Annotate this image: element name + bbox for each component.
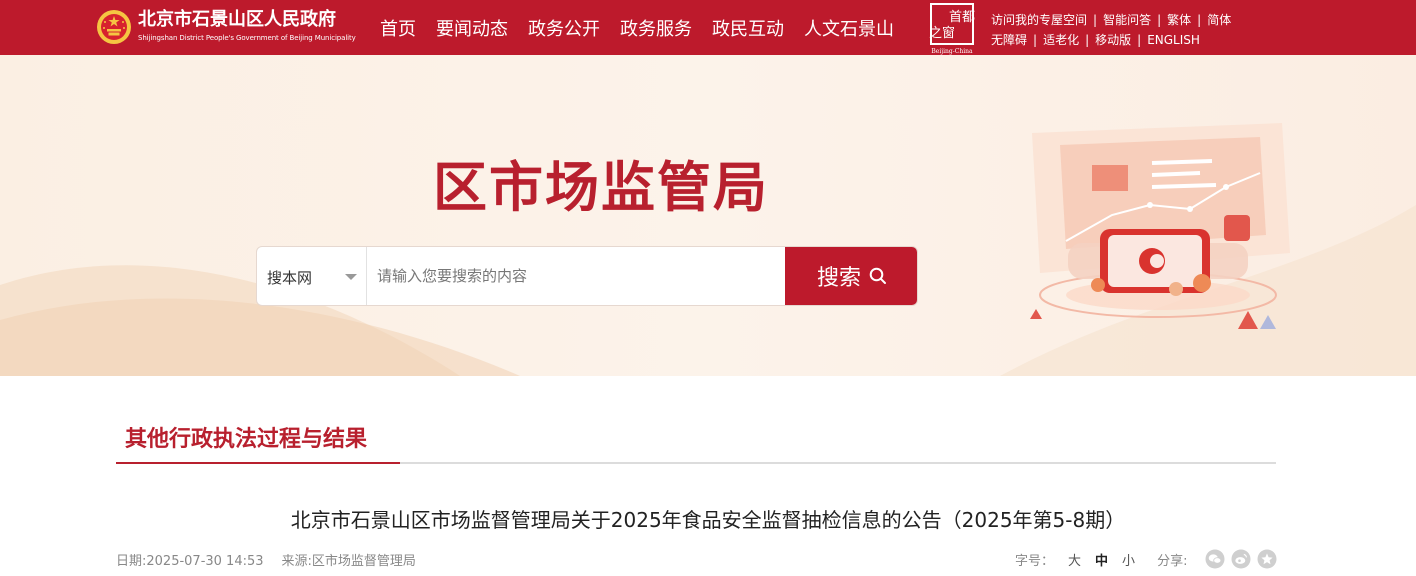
- separator: |: [1137, 33, 1142, 47]
- util-link-elderly-mode[interactable]: 适老化: [1043, 30, 1079, 50]
- article-meta: 日期:2025-07-30 14:53 来源:区市场监督管理局: [116, 550, 416, 569]
- util-link-traditional[interactable]: 繁体: [1167, 10, 1191, 30]
- nav-item-home[interactable]: 首页: [380, 15, 416, 41]
- section-underline: [116, 462, 400, 464]
- article-title: 北京市石景山区市场监督管理局关于2025年食品安全监督抽检信息的公告（2025年…: [290, 508, 1126, 532]
- seal-english: Beijing-China: [931, 48, 973, 55]
- banner: 区市场监管局 搜本网 搜索: [0, 55, 1416, 376]
- section-header: 其他行政执法过程与结果: [116, 410, 1276, 464]
- font-size-small-button[interactable]: 小: [1122, 550, 1135, 569]
- util-link-mobile[interactable]: 移动版: [1095, 30, 1131, 50]
- search-icon: [869, 267, 886, 284]
- bureau-title: 区市场监管局: [433, 156, 769, 219]
- util-link-english[interactable]: ENGLISH: [1147, 30, 1200, 50]
- weibo-icon[interactable]: [1231, 549, 1251, 569]
- nav-item-interaction[interactable]: 政民互动: [712, 15, 784, 41]
- favorite-icon[interactable]: [1257, 549, 1277, 569]
- wechat-icon[interactable]: [1205, 549, 1225, 569]
- util-link-my-space[interactable]: 访问我的专屋空间: [991, 10, 1087, 30]
- separator: |: [1033, 33, 1038, 47]
- article-date: 日期:2025-07-30 14:53: [116, 554, 264, 569]
- search-input[interactable]: [368, 247, 785, 305]
- font-size-label: 字号：: [1015, 553, 1055, 569]
- search-box: 搜本网 搜索: [256, 246, 918, 306]
- caret-down-icon: [345, 274, 357, 280]
- util-link-smart-qa[interactable]: 智能问答: [1103, 10, 1151, 30]
- site-name-english: Shijingshan District People's Government…: [138, 34, 356, 42]
- util-link-simplified[interactable]: 简体: [1207, 10, 1231, 30]
- article-source: 来源:区市场监督管理局: [281, 554, 416, 569]
- nav-item-news[interactable]: 要闻动态: [436, 15, 508, 41]
- separator: |: [1197, 13, 1202, 27]
- search-scope-label: 搜本网: [267, 269, 313, 287]
- capital-window-seal-icon[interactable]: 首都 之窗 Beijing-China: [928, 3, 976, 55]
- nav-item-culture[interactable]: 人文石景山: [804, 15, 894, 41]
- main-nav: 首页 要闻动态 政务公开 政务服务 政民互动 人文石景山: [380, 0, 914, 55]
- national-emblem-icon[interactable]: [96, 9, 132, 45]
- nav-item-gov-services[interactable]: 政务服务: [620, 15, 692, 41]
- search-scope-select[interactable]: 搜本网: [257, 247, 367, 305]
- section-title[interactable]: 其他行政执法过程与结果: [125, 421, 367, 453]
- top-header-bar: 北京市石景山区人民政府 Shijingshan District People'…: [0, 0, 1416, 55]
- market-data-illustration: [1030, 123, 1290, 329]
- separator: |: [1093, 13, 1098, 27]
- separator: |: [1085, 33, 1090, 47]
- seal-char: 首都: [949, 10, 975, 25]
- share-label: 分享:: [1157, 553, 1188, 569]
- seal-char: 之窗: [929, 25, 955, 41]
- search-button[interactable]: 搜索: [785, 247, 917, 305]
- search-button-label: 搜索: [816, 266, 861, 291]
- separator: |: [1157, 13, 1162, 27]
- util-link-accessibility[interactable]: 无障碍: [991, 30, 1027, 50]
- article-tools: 字号： 大 中 小 分享:: [1015, 548, 1277, 570]
- site-name[interactable]: 北京市石景山区人民政府: [138, 9, 336, 31]
- font-size-medium-button[interactable]: 中: [1095, 550, 1108, 569]
- font-size-large-button[interactable]: 大: [1068, 550, 1081, 569]
- utility-links: 访问我的专屋空间 | 智能问答 | 繁体 | 简体 无障碍 | 适老化 | 移动…: [991, 10, 1231, 50]
- nav-item-gov-affairs-public[interactable]: 政务公开: [528, 15, 600, 41]
